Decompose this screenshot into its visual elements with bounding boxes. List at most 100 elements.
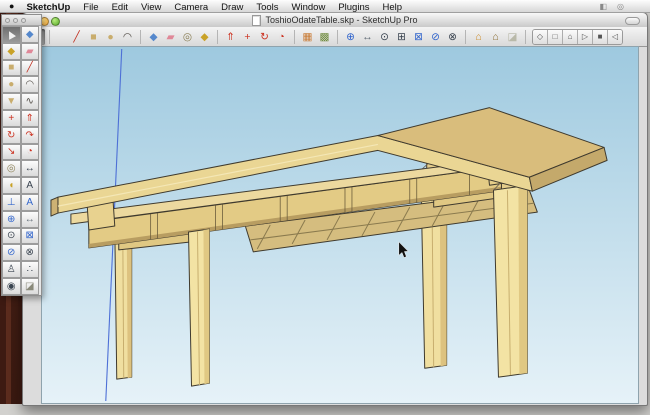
- eraser-tool-button[interactable]: ▰: [20, 42, 39, 60]
- menu-items: SketchUp File Edit View Camera Draw Tools Windo…: [26, 0, 415, 15]
- push-pull-tool-button[interactable]: ⇑: [20, 109, 39, 127]
- line-tool-button[interactable]: ╱: [68, 29, 85, 45]
- view-top-button[interactable]: □: [548, 29, 563, 44]
- eraser-tool-button[interactable]: ▰: [162, 29, 179, 45]
- axes-tool-button[interactable]: ⊥: [2, 193, 21, 211]
- pan-tool-button[interactable]: ↔: [20, 210, 39, 228]
- view-iso-button[interactable]: ◇: [533, 29, 548, 44]
- text-tool-button[interactable]: A: [20, 177, 39, 194]
- toggle-terrain-button-button[interactable]: ▦: [299, 29, 316, 45]
- rectangle-tool-button[interactable]: ■: [2, 59, 21, 77]
- zoom-tool-button[interactable]: ⊙: [2, 227, 21, 245]
- dimension-tool-icon: ↔: [24, 163, 35, 175]
- apple-menu-icon[interactable]: ●: [9, 0, 14, 13]
- push-pull-tool-button[interactable]: ⇑: [222, 29, 239, 45]
- section-display-button-icon: ◪: [507, 30, 518, 43]
- rotate-tool-button[interactable]: ↻: [2, 126, 21, 144]
- zoom-window-tool-button[interactable]: ⊞: [393, 29, 410, 45]
- zoom-next-tool-button[interactable]: ⊗: [20, 244, 39, 262]
- move-tool-button[interactable]: +: [2, 109, 21, 127]
- palette-close-dot[interactable]: [5, 17, 10, 23]
- menu-file[interactable]: File: [83, 2, 98, 13]
- pan-tool-button[interactable]: ↔: [359, 29, 376, 45]
- zoom-next-tool-button[interactable]: ⊗: [444, 29, 461, 45]
- move-tool-button[interactable]: +: [239, 29, 256, 45]
- window-titlebar[interactable]: ToshioOdateTable.skp - SketchUp Pro: [23, 13, 647, 28]
- toolbar-toggle-pill[interactable]: [625, 17, 640, 25]
- move-tool-icon: +: [8, 112, 15, 124]
- make-component-tool-button[interactable]: ◆: [20, 26, 39, 43]
- palette-titlebar[interactable]: [2, 15, 41, 26]
- menu-edit[interactable]: Edit: [112, 2, 128, 13]
- scale-tool-icon: ↘: [7, 146, 16, 158]
- circle-tool-button[interactable]: ●: [102, 29, 119, 45]
- zoom-extents-tool-button[interactable]: ⊠: [410, 29, 427, 45]
- polygon-tool-icon: ▼: [6, 96, 17, 108]
- add-location-button-button[interactable]: ▩: [316, 29, 333, 45]
- orbit-tool-button[interactable]: ⊕: [342, 29, 359, 45]
- walk-tool-button[interactable]: ∴: [20, 261, 39, 278]
- mouse-cursor: [398, 241, 409, 258]
- circle-tool-button[interactable]: ●: [2, 76, 21, 94]
- toolbar-separator: [49, 29, 50, 44]
- add-location-button-icon: ▩: [319, 30, 330, 43]
- menu-view[interactable]: View: [141, 2, 161, 13]
- menu-help[interactable]: Help: [383, 2, 403, 13]
- orbit-tool-button[interactable]: ⊕: [2, 210, 21, 228]
- zoom-previous-tool-icon: ⊘: [7, 247, 16, 259]
- table-leg-front-right[interactable]: [487, 156, 551, 378]
- offset-tool-button[interactable]: ◔: [273, 29, 290, 45]
- menu-extra-display-icon[interactable]: ◧: [599, 0, 607, 13]
- view-right-button[interactable]: ▷: [578, 29, 593, 44]
- menu-draw[interactable]: Draw: [221, 2, 243, 13]
- zoom-previous-tool-button[interactable]: ⊘: [2, 244, 21, 262]
- menu-sketchup[interactable]: SketchUp: [26, 2, 70, 13]
- follow-me-tool-button[interactable]: ↷: [20, 126, 39, 144]
- 3d-text-tool-icon: A: [26, 196, 34, 208]
- get-models-button-button[interactable]: ⌂: [470, 29, 487, 45]
- menu-window[interactable]: Window: [292, 2, 326, 13]
- tape-measure-tool-button[interactable]: ◎: [179, 29, 196, 45]
- view-left-button[interactable]: ◁: [608, 29, 622, 44]
- offset-tool-button[interactable]: ◔: [20, 143, 39, 161]
- rectangle-tool-button[interactable]: ■: [85, 29, 102, 45]
- select-tool-icon: ▶: [4, 28, 18, 41]
- select-tool-button[interactable]: ▶: [2, 26, 21, 43]
- zoom-extents-tool-button[interactable]: ⊠: [20, 227, 39, 245]
- arc-tool-icon: ◠: [122, 30, 133, 43]
- palette-dot: [21, 17, 26, 23]
- zoom-tool-button[interactable]: ⊙: [376, 29, 393, 45]
- view-back-button[interactable]: ■: [593, 29, 608, 44]
- menu-tools[interactable]: Tools: [256, 2, 278, 13]
- arc-tool-button[interactable]: ◠: [119, 29, 136, 45]
- line-tool-button[interactable]: ╱: [20, 59, 39, 77]
- walk-tool-icon: ∴: [26, 264, 33, 276]
- freehand-tool-button[interactable]: ∿: [20, 93, 39, 110]
- tape-measure-tool-button[interactable]: ◎: [2, 160, 21, 178]
- section-plane-tool-button[interactable]: ◪: [20, 277, 39, 295]
- zoom-previous-tool-button[interactable]: ⊘: [427, 29, 444, 45]
- polygon-tool-button[interactable]: ▼: [2, 93, 21, 110]
- make-component-tool-button[interactable]: ◆: [145, 29, 162, 45]
- drawing-canvas[interactable]: [41, 46, 639, 404]
- table-leg-front-left[interactable]: [188, 228, 210, 387]
- view-front-button[interactable]: ⌂: [563, 29, 578, 44]
- section-display-button-button[interactable]: ◪: [504, 29, 521, 45]
- rotate-tool-button[interactable]: ↻: [256, 29, 273, 45]
- line-tool-icon: ╱: [73, 30, 80, 43]
- paint-bucket-tool-button[interactable]: ◆: [196, 29, 213, 45]
- protractor-tool-button[interactable]: ◖: [2, 177, 21, 194]
- menu-extra-volume-icon[interactable]: ◎: [617, 0, 624, 13]
- share-model-button-button[interactable]: ⌂: [487, 29, 504, 45]
- menu-camera[interactable]: Camera: [174, 2, 208, 13]
- toolbar-separator: [525, 29, 526, 44]
- dimension-tool-button[interactable]: ↔: [20, 160, 39, 178]
- arc-tool-button[interactable]: ◠: [20, 76, 39, 94]
- paint-bucket-tool-button[interactable]: ◆: [2, 42, 21, 60]
- scale-tool-button[interactable]: ↘: [2, 143, 21, 161]
- position-camera-tool-button[interactable]: ♙: [2, 261, 21, 278]
- menu-plugins[interactable]: Plugins: [338, 2, 369, 13]
- look-around-tool-button[interactable]: ◉: [2, 277, 21, 295]
- table-model[interactable]: [50, 107, 608, 387]
- 3d-text-tool-button[interactable]: A: [20, 193, 39, 211]
